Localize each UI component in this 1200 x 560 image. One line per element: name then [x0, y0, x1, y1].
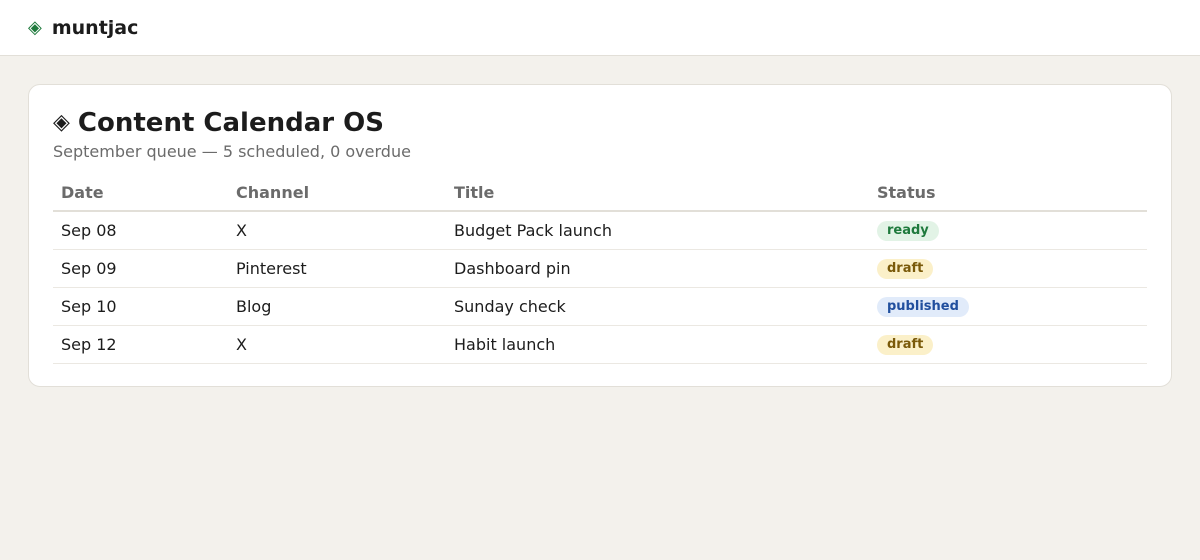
table-row[interactable]: Sep 12 X Habit launch draft	[53, 325, 1147, 364]
table-header-row: Date Channel Title Status	[53, 175, 1147, 212]
diamond-icon: ◈	[53, 110, 70, 135]
table-row[interactable]: Sep 08 X Budget Pack launch ready	[53, 211, 1147, 250]
cell-date: Sep 12	[53, 325, 228, 364]
status-badge: draft	[877, 259, 934, 279]
cell-channel: X	[228, 211, 446, 250]
calendar-table: Date Channel Title Status Sep 08 X Budge…	[53, 175, 1147, 364]
diamond-icon: ◈	[28, 16, 42, 38]
cell-title: Budget Pack launch	[446, 211, 869, 250]
page-subtitle: September queue — 5 scheduled, 0 overdue	[53, 142, 411, 161]
cell-date: Sep 08	[53, 211, 228, 250]
cell-channel: Blog	[228, 287, 446, 326]
cell-status: draft	[869, 325, 1147, 364]
top-bar: ◈ muntjac	[0, 0, 1200, 56]
brand-name[interactable]: muntjac	[52, 17, 139, 39]
cell-title: Sunday check	[446, 287, 869, 326]
page-title-row: ◈ Content Calendar OS	[53, 107, 1147, 139]
status-badge: draft	[877, 335, 934, 355]
column-header-channel[interactable]: Channel	[228, 175, 446, 212]
column-header-title[interactable]: Title	[446, 175, 869, 212]
cell-date: Sep 10	[53, 287, 228, 326]
cell-title: Habit launch	[446, 325, 869, 364]
cell-title: Dashboard pin	[446, 249, 869, 288]
content-card: ◈ Content Calendar OS September queue — …	[28, 84, 1172, 387]
column-header-date[interactable]: Date	[53, 175, 228, 212]
table-row[interactable]: Sep 10 Blog Sunday check published	[53, 287, 1147, 326]
cell-channel: X	[228, 325, 446, 364]
cell-status: ready	[869, 211, 1147, 250]
column-header-status[interactable]: Status	[869, 175, 1147, 212]
status-badge: published	[877, 297, 969, 317]
cell-status: published	[869, 287, 1147, 326]
table-row[interactable]: Sep 09 Pinterest Dashboard pin draft	[53, 249, 1147, 288]
page-title: Content Calendar OS	[77, 108, 384, 138]
cell-date: Sep 09	[53, 249, 228, 288]
cell-channel: Pinterest	[228, 249, 446, 288]
cell-status: draft	[869, 249, 1147, 288]
status-badge: ready	[877, 221, 939, 242]
